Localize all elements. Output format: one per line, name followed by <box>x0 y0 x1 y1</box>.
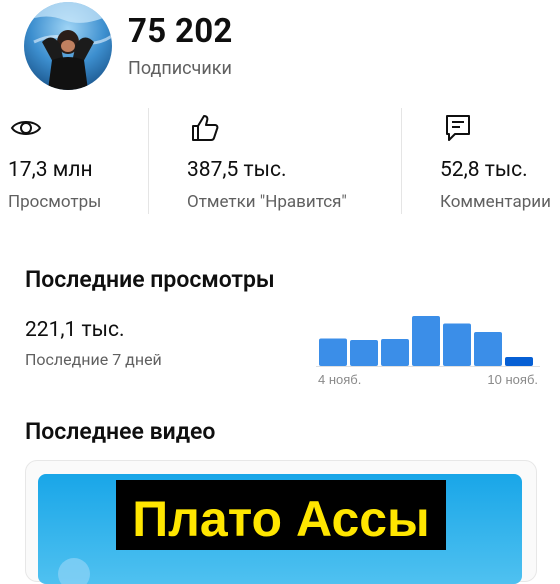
chart-bar <box>350 340 378 366</box>
stat-views[interactable]: 17,3 млн Просмотры <box>8 112 138 212</box>
likes-label: Отметки "Нравится" <box>187 192 347 212</box>
views-value: 17,3 млн <box>8 158 93 182</box>
divider <box>148 108 149 214</box>
chart-bar <box>319 338 347 366</box>
stat-likes[interactable]: 387,5 тыс. Отметки "Нравится" <box>187 112 387 212</box>
recent-views-title: Последние просмотры <box>25 266 275 293</box>
chart-bar <box>474 332 502 366</box>
thumbnail-title-text: Плато Ассы <box>132 491 430 547</box>
comment-icon <box>442 112 474 144</box>
subscriber-label: Подписчики <box>128 58 232 79</box>
divider <box>401 108 402 214</box>
recent-views-chart[interactable]: 4 нояб. 10 нояб. <box>316 312 540 392</box>
video-thumbnail[interactable]: Плато Ассы <box>38 474 522 584</box>
comments-value: 52,8 тыс. <box>440 158 528 182</box>
chart-bar <box>443 323 471 366</box>
stat-comments[interactable]: 52,8 тыс. Комментарии <box>440 112 560 212</box>
chart-bar <box>505 357 533 366</box>
recent-views-period: Последние 7 дней <box>25 350 162 369</box>
chart-bar <box>381 339 409 366</box>
comments-label: Комментарии <box>440 192 551 212</box>
subscriber-count: 75 202 <box>128 12 233 51</box>
latest-video-title: Последнее видео <box>25 418 216 445</box>
chart-tick-label: 4 нояб. <box>318 372 361 387</box>
views-label: Просмотры <box>8 192 102 212</box>
likes-value: 387,5 тыс. <box>187 158 287 182</box>
eye-icon <box>10 112 42 144</box>
recent-views-value: 221,1 тыс. <box>25 318 125 342</box>
chart-bar <box>412 316 440 366</box>
channel-avatar[interactable] <box>24 2 112 90</box>
chart-tick-label: 10 нояб. <box>487 372 538 387</box>
thumbs-up-icon <box>189 112 221 144</box>
